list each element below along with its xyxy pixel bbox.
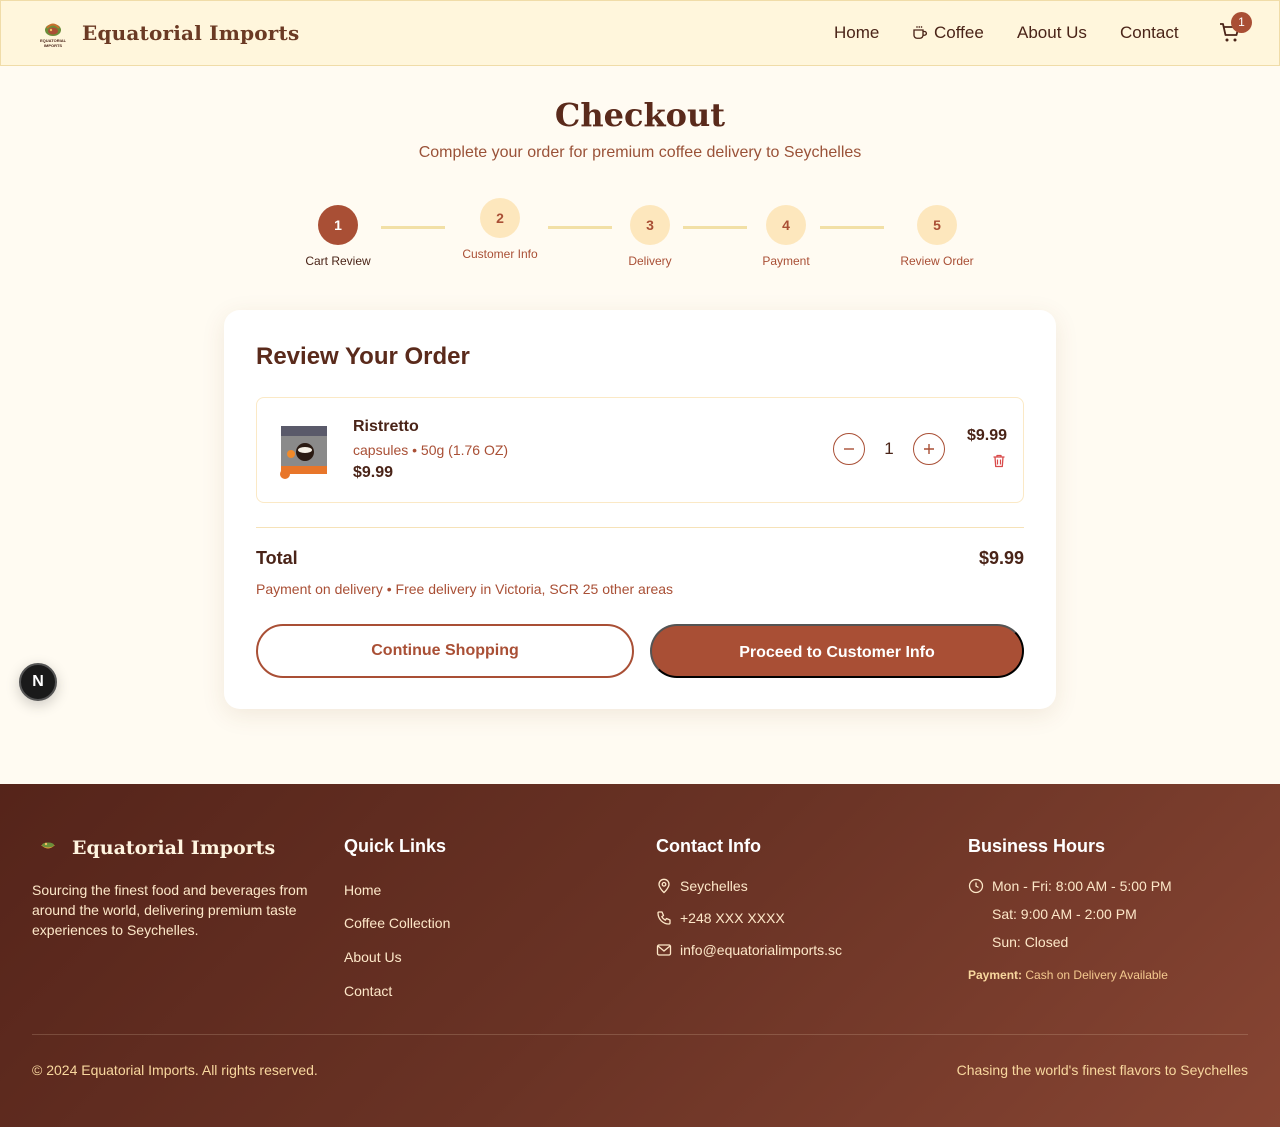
plus-icon [924, 444, 934, 454]
payment-info: Payment: Cash on Delivery Available [968, 968, 1168, 982]
step-3-label: Delivery [628, 254, 672, 268]
continue-shopping-button[interactable]: Continue Shopping [256, 624, 634, 678]
mail-icon [656, 944, 672, 956]
decrease-quantity-button[interactable] [833, 433, 865, 465]
proceed-customer-info-button[interactable]: Proceed to Customer Info [650, 624, 1024, 678]
hours-saturday: Sat: 9:00 AM - 2:00 PM [992, 906, 1137, 922]
contact-phone: +248 XXX XXXX [656, 910, 785, 926]
total-value: $9.99 [978, 548, 1024, 568]
order-review-title: Review Your Order [256, 343, 470, 370]
payment-text: Cash on Delivery Available [1025, 968, 1168, 982]
step-4-circle: 4 [766, 205, 806, 245]
payment-label: Payment: [968, 968, 1023, 982]
step-2-circle: 2 [480, 198, 520, 238]
footer-link-contact[interactable]: Contact [344, 983, 392, 999]
step-1-circle: 1 [318, 205, 358, 245]
contact-email: info@equatorialimports.sc [656, 942, 842, 958]
footer-brand-name: Equatorial Imports [72, 837, 276, 859]
nav-contact[interactable]: Contact [1120, 23, 1179, 43]
step-3-circle: 3 [630, 205, 670, 245]
delivery-note: Payment on delivery • Free delivery in V… [256, 581, 674, 597]
brand-name: Equatorial Imports [82, 21, 300, 45]
footer-link-home[interactable]: Home [344, 882, 381, 898]
nav-about[interactable]: About Us [1017, 23, 1087, 43]
step-5-circle: 5 [917, 205, 957, 245]
step-connector [381, 226, 445, 229]
hours-weekdays: Mon - Fri: 8:00 AM - 5:00 PM [992, 878, 1172, 894]
trash-icon [993, 454, 1005, 468]
increase-quantity-button[interactable] [913, 433, 945, 465]
step-4-label: Payment [762, 254, 810, 268]
quantity-value: 1 [884, 439, 894, 458]
footer-tagline: Chasing the world's finest flavors to Se… [956, 1062, 1248, 1078]
order-review-card: Review Your Order Ristretto capsules • 5… [224, 310, 1056, 709]
business-hours-title: Business Hours [968, 836, 1106, 856]
logo-text: EQUATORIAL IMPORTS [39, 38, 67, 48]
page-subtitle: Complete your order for premium coffee d… [418, 144, 862, 161]
nav-home[interactable]: Home [834, 23, 879, 43]
step-connector [683, 226, 747, 229]
contact-phone-text[interactable]: +248 XXX XXXX [680, 910, 785, 926]
step-1-label: Cart Review [305, 254, 371, 268]
coffee-cup-icon [913, 26, 928, 39]
contact-location-text: Seychelles [680, 878, 748, 894]
divider [256, 527, 1024, 528]
site-footer: Equatorial Imports Sourcing the finest f… [0, 784, 1280, 1127]
product-meta: capsules • 50g (1.76 OZ) [353, 442, 509, 458]
footer-link-about[interactable]: About Us [344, 949, 402, 965]
total-label: Total [256, 548, 298, 568]
product-unit-price: $9.99 [353, 464, 394, 481]
quick-links-title: Quick Links [344, 836, 447, 856]
step-5-label: Review Order [900, 254, 974, 268]
line-total: $9.99 [966, 427, 1007, 444]
contact-info-title: Contact Info [656, 836, 761, 856]
floating-n-badge[interactable]: N [19, 663, 57, 701]
footer-brand: Equatorial Imports [32, 832, 275, 864]
product-name[interactable]: Ristretto [353, 418, 419, 436]
map-pin-icon [658, 878, 670, 894]
brand-logo: EQUATORIAL IMPORTS [37, 17, 69, 49]
phone-icon [657, 911, 671, 925]
cart-count-badge: 1 [1231, 12, 1252, 33]
copyright: © 2024 Equatorial Imports. All rights re… [32, 1062, 318, 1078]
clock-icon [968, 878, 984, 894]
nav-coffee-label: Coffee [934, 23, 984, 42]
hours-sunday: Sun: Closed [992, 934, 1069, 950]
page-title: Checkout [554, 96, 726, 134]
cart-item: Ristretto capsules • 50g (1.76 OZ) $9.99… [256, 397, 1024, 503]
product-image [277, 424, 329, 480]
footer-divider [32, 1034, 1248, 1035]
footer-description: Sourcing the finest food and beverages f… [32, 882, 308, 938]
minus-icon [844, 448, 854, 450]
footer-logo-icon [41, 842, 55, 849]
step-connector [820, 226, 884, 229]
contact-location: Seychelles [656, 878, 748, 894]
brand-link[interactable]: EQUATORIAL IMPORTS Equatorial Imports [37, 17, 299, 49]
contact-email-text[interactable]: info@equatorialimports.sc [680, 942, 842, 958]
footer-link-coffee-collection[interactable]: Coffee Collection [344, 915, 450, 931]
step-2-label: Customer Info [462, 247, 538, 261]
site-header: EQUATORIAL IMPORTS Equatorial Imports Ho… [0, 0, 1280, 66]
remove-item-button[interactable] [991, 453, 1007, 469]
nav-coffee[interactable]: Coffee [911, 23, 984, 43]
step-connector [548, 226, 612, 229]
